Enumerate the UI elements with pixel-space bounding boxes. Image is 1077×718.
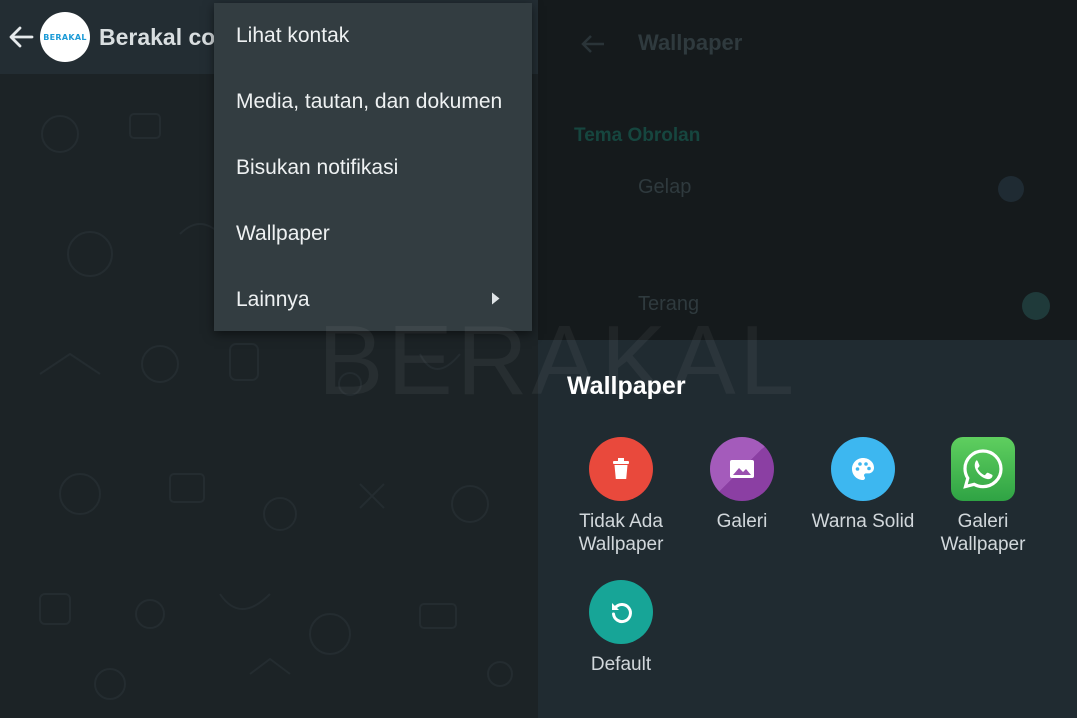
gallery-option[interactable]: Galeri <box>682 437 802 533</box>
whatsapp-icon <box>963 449 1003 489</box>
default-option[interactable]: Default <box>561 580 681 676</box>
sheet-title: Wallpaper <box>567 372 686 400</box>
solid-color-circle[interactable] <box>831 437 895 501</box>
menu-item-label: Lihat kontak <box>236 24 350 47</box>
option-label: Tidak Ada Wallpaper <box>578 511 664 555</box>
menu-item-label: Wallpaper <box>236 222 330 245</box>
menu-item-label: Lainnya <box>236 288 310 311</box>
settings-backdrop[interactable]: Wallpaper Tema Obrolan Gelap Terang <box>538 0 1077 340</box>
settings-title: Wallpaper <box>638 30 743 55</box>
contact-name[interactable]: Berakal co <box>99 24 215 51</box>
option-label: Galeri Wallpaper <box>940 511 1026 555</box>
gallery-circle[interactable] <box>710 437 774 501</box>
wallpaper-bottom-sheet: Wallpaper Tidak Ada Wallpaper Galeri War… <box>538 340 1077 718</box>
image-icon <box>730 460 754 478</box>
no-wallpaper-circle[interactable] <box>589 437 653 501</box>
solid-color-option[interactable]: Warna Solid <box>803 437 923 533</box>
triangle-right-icon <box>492 292 500 305</box>
menu-item-mute-notifications[interactable]: Bisukan notifikasi <box>214 135 532 201</box>
wallpaper-gallery-option[interactable]: Galeri Wallpaper <box>923 437 1043 556</box>
reset-icon <box>612 603 632 624</box>
option-label: Default <box>590 654 652 675</box>
wallpaper-gallery-circle[interactable] <box>951 437 1015 501</box>
menu-item-label: Media, tautan, dan dokumen <box>236 90 503 113</box>
settings-section: Tema Obrolan <box>574 125 701 146</box>
avatar[interactable]: BERAKAL <box>40 12 90 62</box>
option-label: Warna Solid <box>811 511 915 532</box>
avatar-logo: BERAKAL <box>43 32 87 42</box>
chat-overflow-menu: Lihat kontak Media, tautan, dan dokumen … <box>214 3 532 331</box>
back-button[interactable] <box>2 0 40 74</box>
radio-indicator <box>998 176 1024 202</box>
settings-item: Terang <box>638 293 700 315</box>
menu-item-label: Bisukan notifikasi <box>236 156 399 179</box>
trash-icon <box>613 458 629 479</box>
arrow-left-icon <box>9 26 34 48</box>
option-label: Galeri <box>716 511 768 532</box>
menu-item-more[interactable]: Lainnya <box>214 267 532 333</box>
palette-icon <box>852 458 874 480</box>
arrow-left-icon <box>581 35 604 53</box>
default-circle[interactable] <box>589 580 653 644</box>
menu-item-view-contact[interactable]: Lihat kontak <box>214 3 532 69</box>
wallpaper-settings-pane: Wallpaper Tema Obrolan Gelap Terang Wall… <box>538 0 1077 718</box>
no-wallpaper-option[interactable]: Tidak Ada Wallpaper <box>561 437 681 556</box>
menu-item-wallpaper[interactable]: Wallpaper <box>214 201 532 267</box>
radio-indicator <box>1022 292 1050 320</box>
menu-item-media-links-docs[interactable]: Media, tautan, dan dokumen <box>214 69 532 135</box>
settings-item: Gelap <box>638 176 692 198</box>
